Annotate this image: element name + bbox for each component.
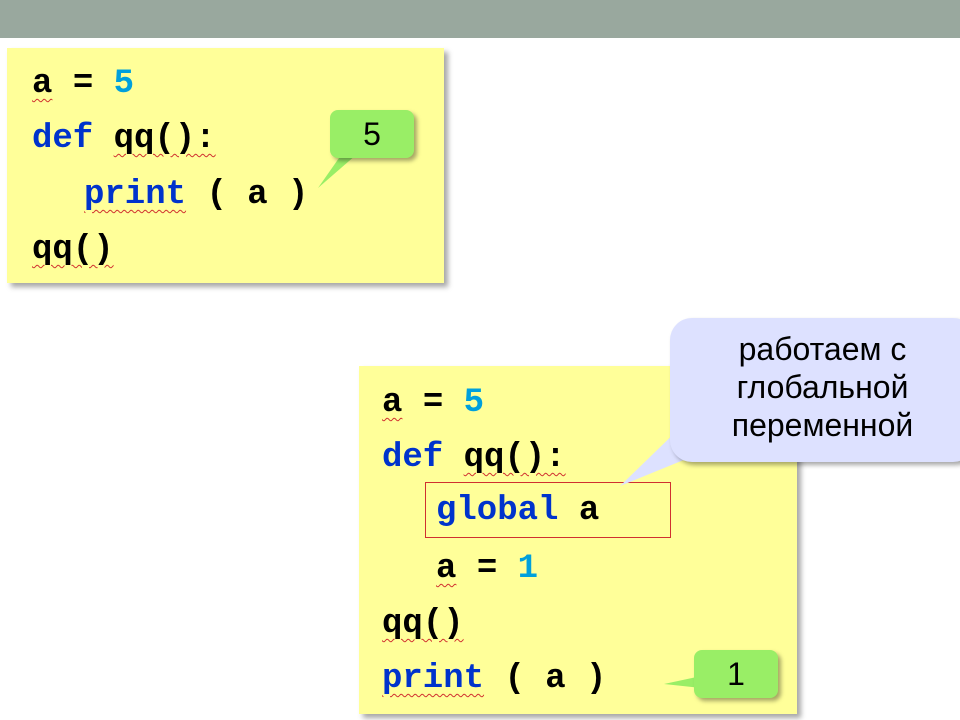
output-value: 1 bbox=[727, 655, 745, 692]
note-text: работаем с глобальной переменной bbox=[670, 330, 960, 444]
note-line: глобальной bbox=[736, 369, 909, 405]
output-callout-2: 1 bbox=[694, 650, 778, 698]
note-callout: работаем с глобальной переменной bbox=[670, 318, 960, 462]
note-line: работаем с bbox=[738, 331, 907, 367]
note-line: переменной bbox=[731, 407, 914, 443]
